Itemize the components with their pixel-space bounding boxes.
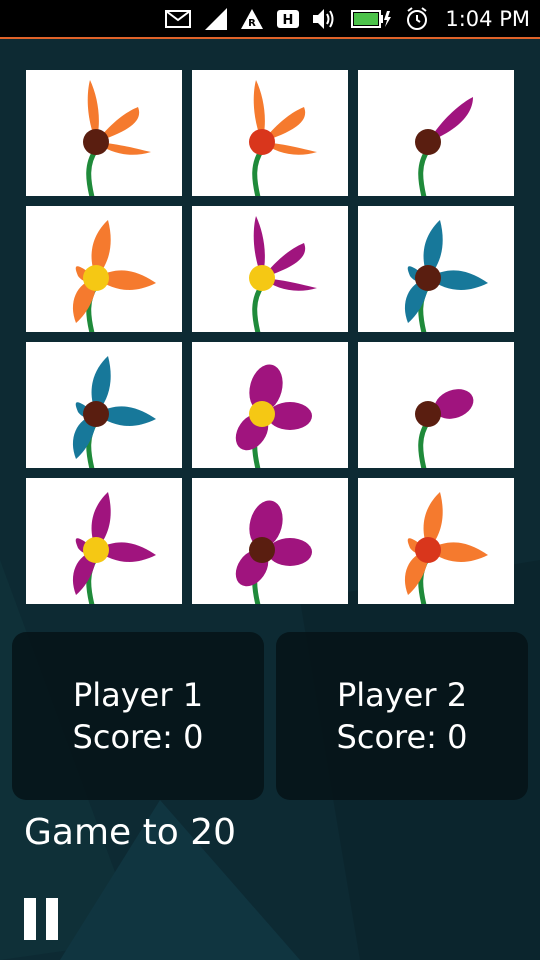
player-2-score: Score: 0	[336, 718, 468, 756]
mail-icon	[165, 8, 192, 30]
flower-icon	[83, 80, 151, 196]
player-1-score: Score: 0	[72, 718, 204, 756]
flower-card[interactable]	[192, 206, 348, 332]
flower-icon	[415, 97, 473, 196]
game-target-label: Game to 20	[24, 812, 237, 853]
svg-text:H: H	[283, 13, 294, 28]
card-grid	[26, 70, 514, 604]
flower-card[interactable]	[192, 478, 348, 604]
player-2-name: Player 2	[336, 676, 468, 714]
flower-icon	[404, 220, 488, 332]
pause-icon-bar	[46, 898, 58, 940]
battery-charging-icon	[351, 8, 392, 30]
flower-icon	[249, 80, 317, 196]
flower-card[interactable]	[192, 342, 348, 468]
flower-card[interactable]	[358, 478, 514, 604]
alarm-icon	[405, 6, 429, 30]
status-bar: R H 1:04 PM	[0, 0, 540, 39]
hspa-icon: H	[277, 8, 300, 30]
flower-card[interactable]	[26, 206, 182, 332]
volume-icon	[313, 8, 337, 30]
flower-card[interactable]	[26, 70, 182, 196]
flower-icon	[415, 389, 474, 468]
flower-icon	[249, 216, 317, 332]
player-1-name: Player 1	[72, 676, 204, 714]
flower-card[interactable]	[192, 70, 348, 196]
player-1-panel: Player 1 Score: 0	[12, 632, 264, 800]
flower-card[interactable]	[358, 206, 514, 332]
svg-text:R: R	[249, 18, 257, 29]
player-2-panel: Player 2 Score: 0	[276, 632, 528, 800]
pause-icon	[24, 898, 36, 940]
flower-icon	[404, 492, 488, 604]
flower-card[interactable]	[26, 342, 182, 468]
flower-icon	[235, 364, 312, 468]
pause-button[interactable]	[24, 898, 60, 940]
flower-icon	[72, 220, 156, 332]
signal-icon	[205, 7, 228, 30]
flower-icon	[72, 492, 156, 604]
flower-icon	[235, 500, 312, 604]
flower-card[interactable]	[358, 342, 514, 468]
flower-card[interactable]	[358, 70, 514, 196]
flower-icon	[72, 356, 156, 468]
roaming-icon: R	[241, 8, 264, 30]
flower-card[interactable]	[26, 478, 182, 604]
clock-time: 1:04 PM	[445, 6, 530, 31]
